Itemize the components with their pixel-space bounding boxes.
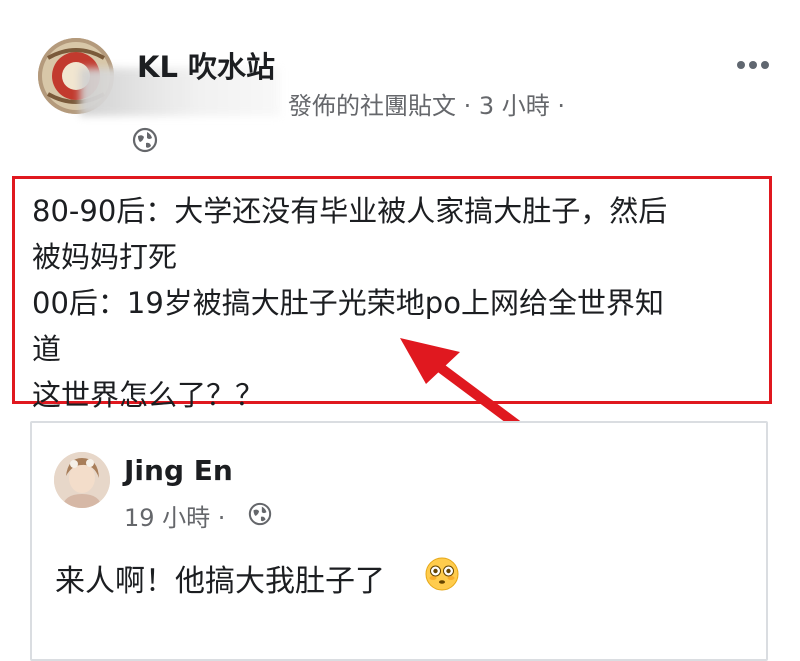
post-text-line: 00后：19岁被搞大肚子光荣地po上网给全世界知 <box>32 286 664 320</box>
more-options-icon[interactable] <box>736 60 770 70</box>
shared-post-text: 来人啊！他搞大我肚子了 <box>55 564 385 599</box>
group-name[interactable]: KL 吹水站 <box>137 44 275 86</box>
flushed-face-icon <box>425 557 459 591</box>
shared-post-meta: 19 小時 · <box>124 504 226 532</box>
post-meta: 發佈的社團貼文 · 3 小時 · <box>288 92 566 120</box>
globe-icon <box>132 127 158 153</box>
post-text-line: 被妈妈打死 <box>32 240 178 274</box>
shared-author-avatar[interactable] <box>54 452 110 508</box>
post-text-line: 80-90后：大学还没有毕业被人家搞大肚子，然后 <box>32 194 668 228</box>
globe-icon <box>248 502 272 526</box>
shared-author-name[interactable]: Jing En <box>124 454 233 487</box>
